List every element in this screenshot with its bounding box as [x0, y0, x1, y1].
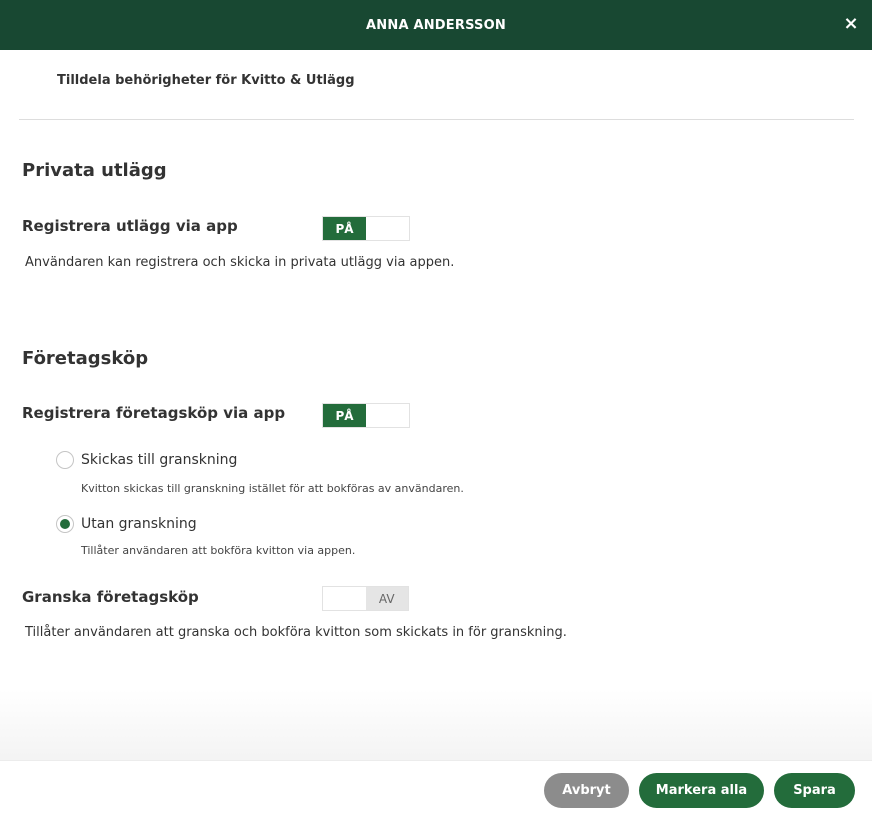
register-expense-toggle[interactable]: PÅ	[322, 216, 410, 241]
toggle-off-label: AV	[365, 587, 408, 610]
dialog-subtitle: Tilldela behörigheter för Kvitto & Utläg…	[57, 73, 355, 88]
toggle-on-label: PÅ	[323, 404, 366, 427]
cancel-button[interactable]: Avbryt	[544, 773, 629, 808]
section-title-private: Privata utlägg	[22, 160, 167, 181]
radio-description: Tillåter användaren att bokföra kvitton …	[81, 544, 356, 557]
register-expense-description: Användaren kan registrera och skicka in …	[25, 255, 455, 270]
review-company-label: Granska företagsköp	[22, 588, 199, 606]
radio-button-unselected[interactable]	[56, 451, 74, 469]
divider	[19, 119, 854, 120]
toggle-off-area	[366, 217, 409, 240]
save-button[interactable]: Spara	[774, 773, 855, 808]
review-company-description: Tillåter användaren att granska och bokf…	[25, 625, 567, 640]
review-company-toggle[interactable]: AV	[322, 586, 409, 611]
close-icon[interactable]: ×	[842, 14, 860, 34]
dialog-header: ANNA ANDERSSON ×	[0, 0, 872, 50]
radio-button-selected[interactable]	[56, 515, 74, 533]
mark-all-button[interactable]: Markera alla	[639, 773, 764, 808]
radio-label: Skickas till granskning	[81, 452, 238, 468]
radio-description: Kvitton skickas till granskning istället…	[81, 482, 464, 495]
register-company-toggle[interactable]: PÅ	[322, 403, 410, 428]
toggle-on-label: PÅ	[323, 217, 366, 240]
toggle-off-area	[366, 404, 409, 427]
radio-send-for-review[interactable]: Skickas till granskning	[56, 451, 237, 469]
toggle-on-area	[323, 587, 366, 610]
footer-fade	[0, 690, 872, 760]
radio-selected-dot	[60, 519, 70, 529]
radio-label: Utan granskning	[81, 516, 197, 532]
section-title-company: Företagsköp	[22, 348, 149, 369]
dialog-title: ANNA ANDERSSON	[366, 17, 506, 33]
register-company-label: Registrera företagsköp via app	[22, 404, 286, 422]
radio-without-review[interactable]: Utan granskning	[56, 515, 197, 533]
register-expense-label: Registrera utlägg via app	[22, 217, 238, 235]
